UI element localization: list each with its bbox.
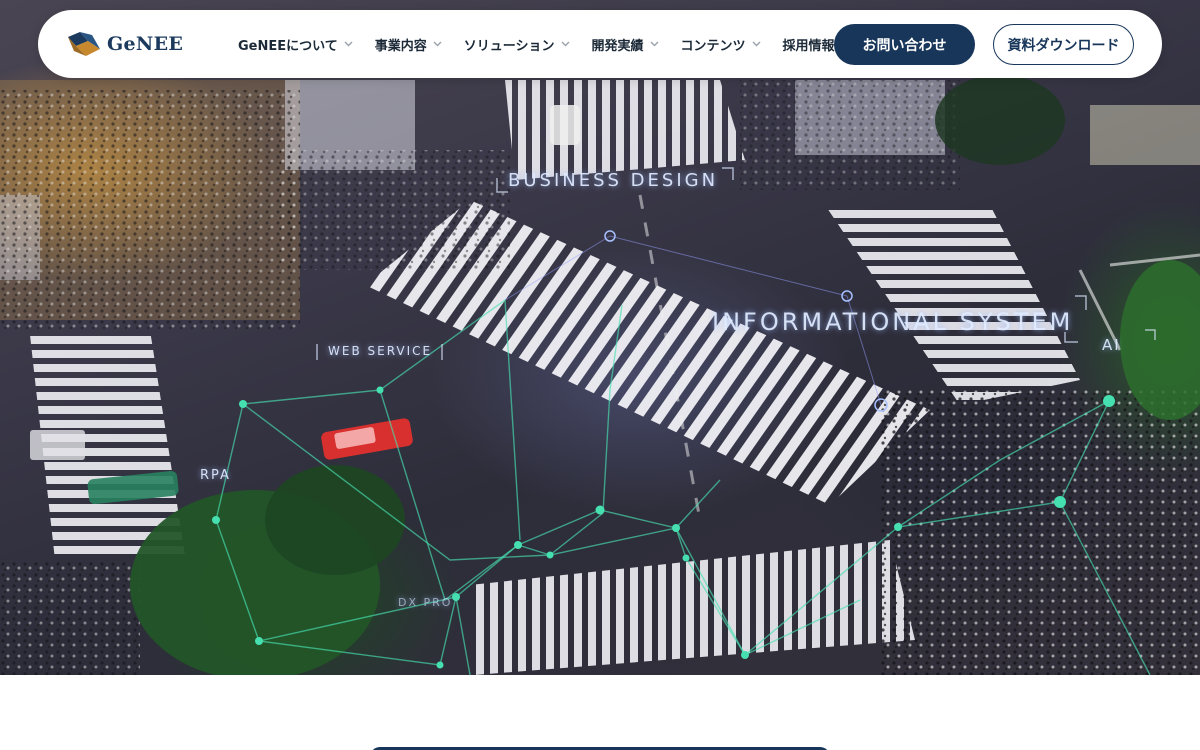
logo[interactable]: GeNEE	[66, 28, 183, 60]
chevron-down-icon	[344, 41, 353, 47]
nav-item-business[interactable]: 事業内容	[375, 35, 442, 54]
overlay-label-web-service: WEB SERVICE	[328, 344, 433, 358]
main-nav: GeNEEについて 事業内容 ソリューション 開発実績 コンテンツ 採用情報	[238, 10, 857, 78]
overlay-label-ai: AI	[1102, 336, 1121, 354]
logo-text: GeNEE	[107, 33, 184, 55]
site-header: GeNEE GeNEEについて 事業内容 ソリューション 開発実績 コンテンツ	[38, 10, 1162, 78]
contact-button[interactable]: お問い合わせ	[834, 24, 975, 65]
chevron-down-icon	[650, 41, 659, 47]
page: BUSINESS DESIGN INFORMATIONAL SYSTEM WEB…	[0, 0, 1200, 750]
nav-item-label: 採用情報	[782, 38, 835, 54]
nav-item-label: GeNEEについて	[238, 38, 338, 54]
overlay-label-informational-system: INFORMATIONAL SYSTEM	[712, 308, 1074, 336]
nav-item-solutions[interactable]: ソリューション	[464, 35, 570, 54]
overlay-label-rpa: RPA	[200, 468, 231, 483]
nav-item-label: ソリューション	[463, 38, 555, 54]
chevron-down-icon	[433, 41, 442, 47]
nav-item-works[interactable]: 開発実績	[592, 35, 659, 54]
chevron-down-icon	[752, 41, 761, 47]
hero-crossing-scene	[0, 75, 1200, 675]
nav-item-label: 事業内容	[374, 38, 427, 54]
overlay-label-business-design: BUSINESS DESIGN	[508, 170, 719, 191]
nav-item-about[interactable]: GeNEEについて	[238, 35, 353, 54]
nav-item-contents[interactable]: コンテンツ	[681, 35, 761, 54]
genee-logo-icon	[68, 32, 100, 56]
content-section	[0, 675, 1200, 750]
overlay-label-dx: DX PRO	[398, 596, 453, 609]
chevron-down-icon	[561, 41, 570, 47]
download-materials-button[interactable]: 資料ダウンロード	[993, 24, 1134, 65]
nav-item-recruit[interactable]: 採用情報	[783, 35, 835, 54]
nav-item-label: 開発実績	[591, 38, 644, 54]
hero-image: BUSINESS DESIGN INFORMATIONAL SYSTEM WEB…	[0, 0, 1200, 675]
nav-item-label: コンテンツ	[680, 38, 746, 54]
